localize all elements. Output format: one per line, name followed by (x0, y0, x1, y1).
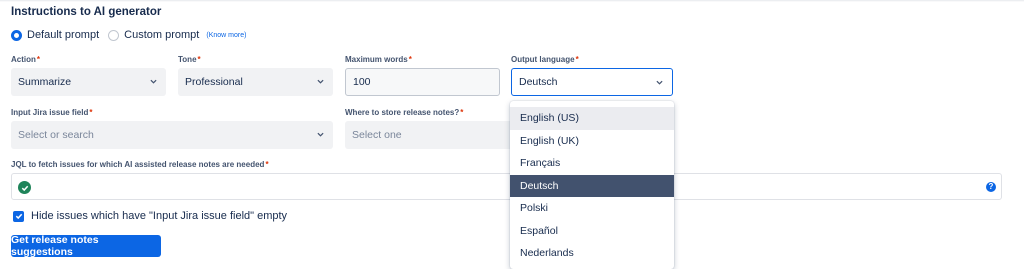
prompt-type-group: Default prompt Custom prompt (Know more) (11, 29, 246, 41)
jql-input[interactable]: ? (11, 173, 1002, 200)
question-circle-icon[interactable]: ? (986, 182, 996, 192)
max-words-value: 100 (353, 76, 371, 88)
chevron-down-icon (317, 78, 324, 85)
custom-prompt-label[interactable]: Custom prompt (124, 29, 199, 41)
output-language-label: Output language* (511, 55, 579, 64)
hide-empty-option: Hide issues which have "Input Jira issue… (13, 210, 287, 222)
section-title: Instructions to AI generator (11, 6, 162, 18)
default-prompt-radio[interactable] (11, 29, 22, 41)
store-notes-select[interactable]: Select one (345, 121, 515, 149)
chevron-down-icon (656, 79, 663, 86)
output-language-select[interactable]: Deutsch (511, 68, 673, 96)
top-divider (0, 0, 1024, 2)
know-more-link[interactable]: (Know more) (206, 32, 246, 39)
language-option-deutsch[interactable]: Deutsch (510, 174, 674, 197)
max-words-input[interactable]: 100 (345, 68, 500, 96)
release-notes-form: Instructions to AI generator Default pro… (0, 0, 1024, 269)
language-option-nederlands[interactable]: Nederlands (510, 242, 674, 265)
language-dropdown-menu: English (US) English (UK) Français Deuts… (510, 101, 674, 269)
default-prompt-label[interactable]: Default prompt (27, 29, 99, 41)
action-value: Summarize (18, 76, 72, 88)
jira-field-placeholder: Select or search (18, 129, 94, 141)
tone-select[interactable]: Professional (178, 68, 333, 96)
store-notes-label: Where to store release notes?* (345, 108, 464, 117)
tone-label: Tone* (178, 55, 201, 64)
language-option-english-us[interactable]: English (US) (510, 107, 674, 130)
get-suggestions-button[interactable]: Get release notes suggestions (11, 234, 161, 258)
language-option-espanol[interactable]: Español (510, 220, 674, 243)
action-select[interactable]: Summarize (11, 68, 166, 96)
hide-empty-checkbox[interactable] (13, 210, 24, 222)
chevron-down-icon (317, 131, 324, 138)
jira-field-select[interactable]: Select or search (11, 121, 333, 149)
check-circle-icon (18, 181, 31, 194)
custom-prompt-radio[interactable] (108, 29, 120, 41)
store-notes-placeholder: Select one (352, 129, 402, 141)
language-option-polski[interactable]: Polski (510, 197, 674, 220)
chevron-down-icon (150, 78, 157, 85)
jira-field-label: Input Jira issue field* (11, 108, 93, 117)
language-option-english-uk[interactable]: English (UK) (510, 130, 674, 153)
max-words-label: Maximum words* (345, 55, 412, 64)
hide-empty-label[interactable]: Hide issues which have "Input Jira issue… (31, 210, 287, 222)
output-language-value: Deutsch (519, 76, 558, 88)
tone-value: Professional (185, 76, 243, 88)
action-label: Action* (11, 55, 41, 64)
language-option-francais[interactable]: Français (510, 152, 674, 175)
jql-label: JQL to fetch issues for which AI assiste… (11, 160, 269, 169)
